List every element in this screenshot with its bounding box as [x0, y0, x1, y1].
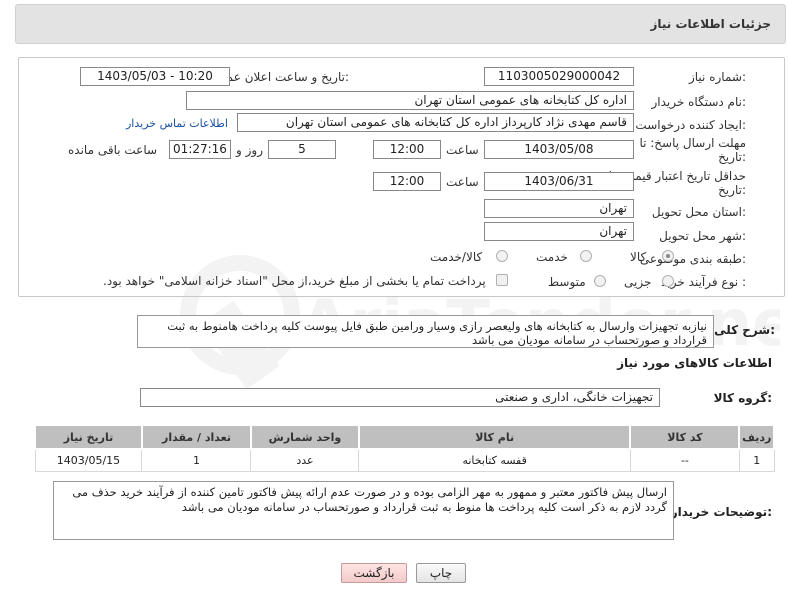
cell-qty: 1: [141, 448, 252, 472]
items-table-header: ردیف کد کالا نام کالا واحد شمارش تعداد /…: [34, 424, 775, 450]
city-field: تهران: [484, 222, 634, 241]
category-goods-radio[interactable]: [662, 250, 674, 262]
reply-deadline-label: مهلت ارسال پاسخ: تا: [639, 136, 746, 150]
treasury-payment-checkbox[interactable]: [496, 274, 508, 286]
goods-info-title: اطلاعات کالاهای مورد نیاز: [617, 356, 772, 370]
buyer-org-field: اداره کل کتابخانه های عمومی استان تهران: [186, 91, 634, 110]
cell-row: 1: [738, 448, 775, 472]
category-service-radio[interactable]: [580, 250, 592, 262]
cell-name: قفسه کتابخانه: [358, 448, 631, 472]
cell-unit: عدد: [250, 448, 360, 472]
announce-field: 1403/05/03 - 10:20: [80, 67, 230, 86]
contact-info-link[interactable]: اطلاعات تماس خریدار: [126, 117, 228, 130]
category-goods-label: کالا: [630, 250, 647, 264]
table-row: 1 -- قفسه کتابخانه عدد 1 1403/05/15: [34, 448, 775, 472]
reply-deadline-label-date: تاریخ:: [718, 150, 746, 164]
validity-time-label: ساعت: [446, 175, 479, 189]
days-label: روز و: [236, 143, 263, 157]
category-service-label: خدمت: [536, 250, 568, 264]
description-text: نیازبه تجهیزات وارسال به کتابخانه های ول…: [137, 315, 714, 348]
reply-time-label: ساعت: [446, 143, 479, 157]
province-label: استان محل تحویل:: [651, 205, 746, 219]
province-field: تهران: [484, 199, 634, 218]
category-both-label: کالا/خدمت: [430, 250, 483, 264]
buyer-org-label: نام دستگاه خریدار:: [651, 95, 747, 109]
category-label: طبقه بندی موضوعی:: [639, 252, 746, 266]
page-title: جزئیات اطلاعات نیاز: [650, 17, 771, 31]
goods-group-field: تجهیزات خانگی، اداری و صنعتی: [140, 388, 660, 407]
remaining-label: ساعت باقی مانده: [68, 143, 158, 157]
days-field: 5: [268, 140, 336, 159]
validity-date-field: 1403/06/31: [484, 172, 634, 191]
process-medium-radio[interactable]: [594, 275, 606, 287]
col-row: ردیف: [738, 424, 775, 450]
need-number-label: شماره نیاز:: [688, 70, 746, 84]
cell-date: 1403/05/15: [34, 448, 143, 472]
price-validity-label-date: تاریخ:: [718, 183, 746, 197]
buyer-notes-text: ارسال پیش فاکتور معتبر و ممهور به مهر ال…: [53, 481, 674, 540]
validity-time-field: 12:00: [373, 172, 441, 191]
process-minor-radio[interactable]: [662, 275, 674, 287]
col-qty: تعداد / مقدار: [140, 424, 252, 450]
category-both-radio[interactable]: [496, 250, 508, 262]
payment-note: پرداخت تمام یا بخشی از مبلغ خرید،از محل …: [103, 274, 486, 288]
need-number-field: 1103005029000042: [484, 67, 634, 86]
goods-group-label: گروه کالا:: [713, 391, 772, 405]
reply-date-field: 1403/05/08: [484, 140, 634, 159]
requester-field: قاسم مهدی نژاد کارپرداز اداره کل کتابخان…: [237, 113, 634, 132]
city-label: شهر محل تحویل:: [659, 229, 746, 243]
requester-label: ایجاد کننده درخواست:: [635, 118, 746, 132]
cell-code: --: [629, 448, 740, 472]
col-unit: واحد شمارش: [249, 424, 360, 450]
process-minor-label: جزیی: [624, 275, 652, 289]
items-table: ردیف کد کالا نام کالا واحد شمارش تعداد /…: [34, 424, 775, 472]
back-button[interactable]: بازگشت: [341, 563, 407, 583]
print-button[interactable]: چاپ: [416, 563, 466, 583]
buyer-notes-label: توضیحات خریدار:: [670, 505, 772, 519]
page-header: جزئیات اطلاعات نیاز: [15, 4, 786, 44]
remaining-time-field: 01:27:16: [169, 140, 231, 159]
col-code: کد کالا: [629, 424, 741, 450]
col-date: تاریخ نیاز: [34, 424, 143, 450]
process-medium-label: متوسط: [548, 275, 586, 289]
col-name: نام کالا: [357, 424, 632, 450]
reply-time-field: 12:00: [373, 140, 441, 159]
